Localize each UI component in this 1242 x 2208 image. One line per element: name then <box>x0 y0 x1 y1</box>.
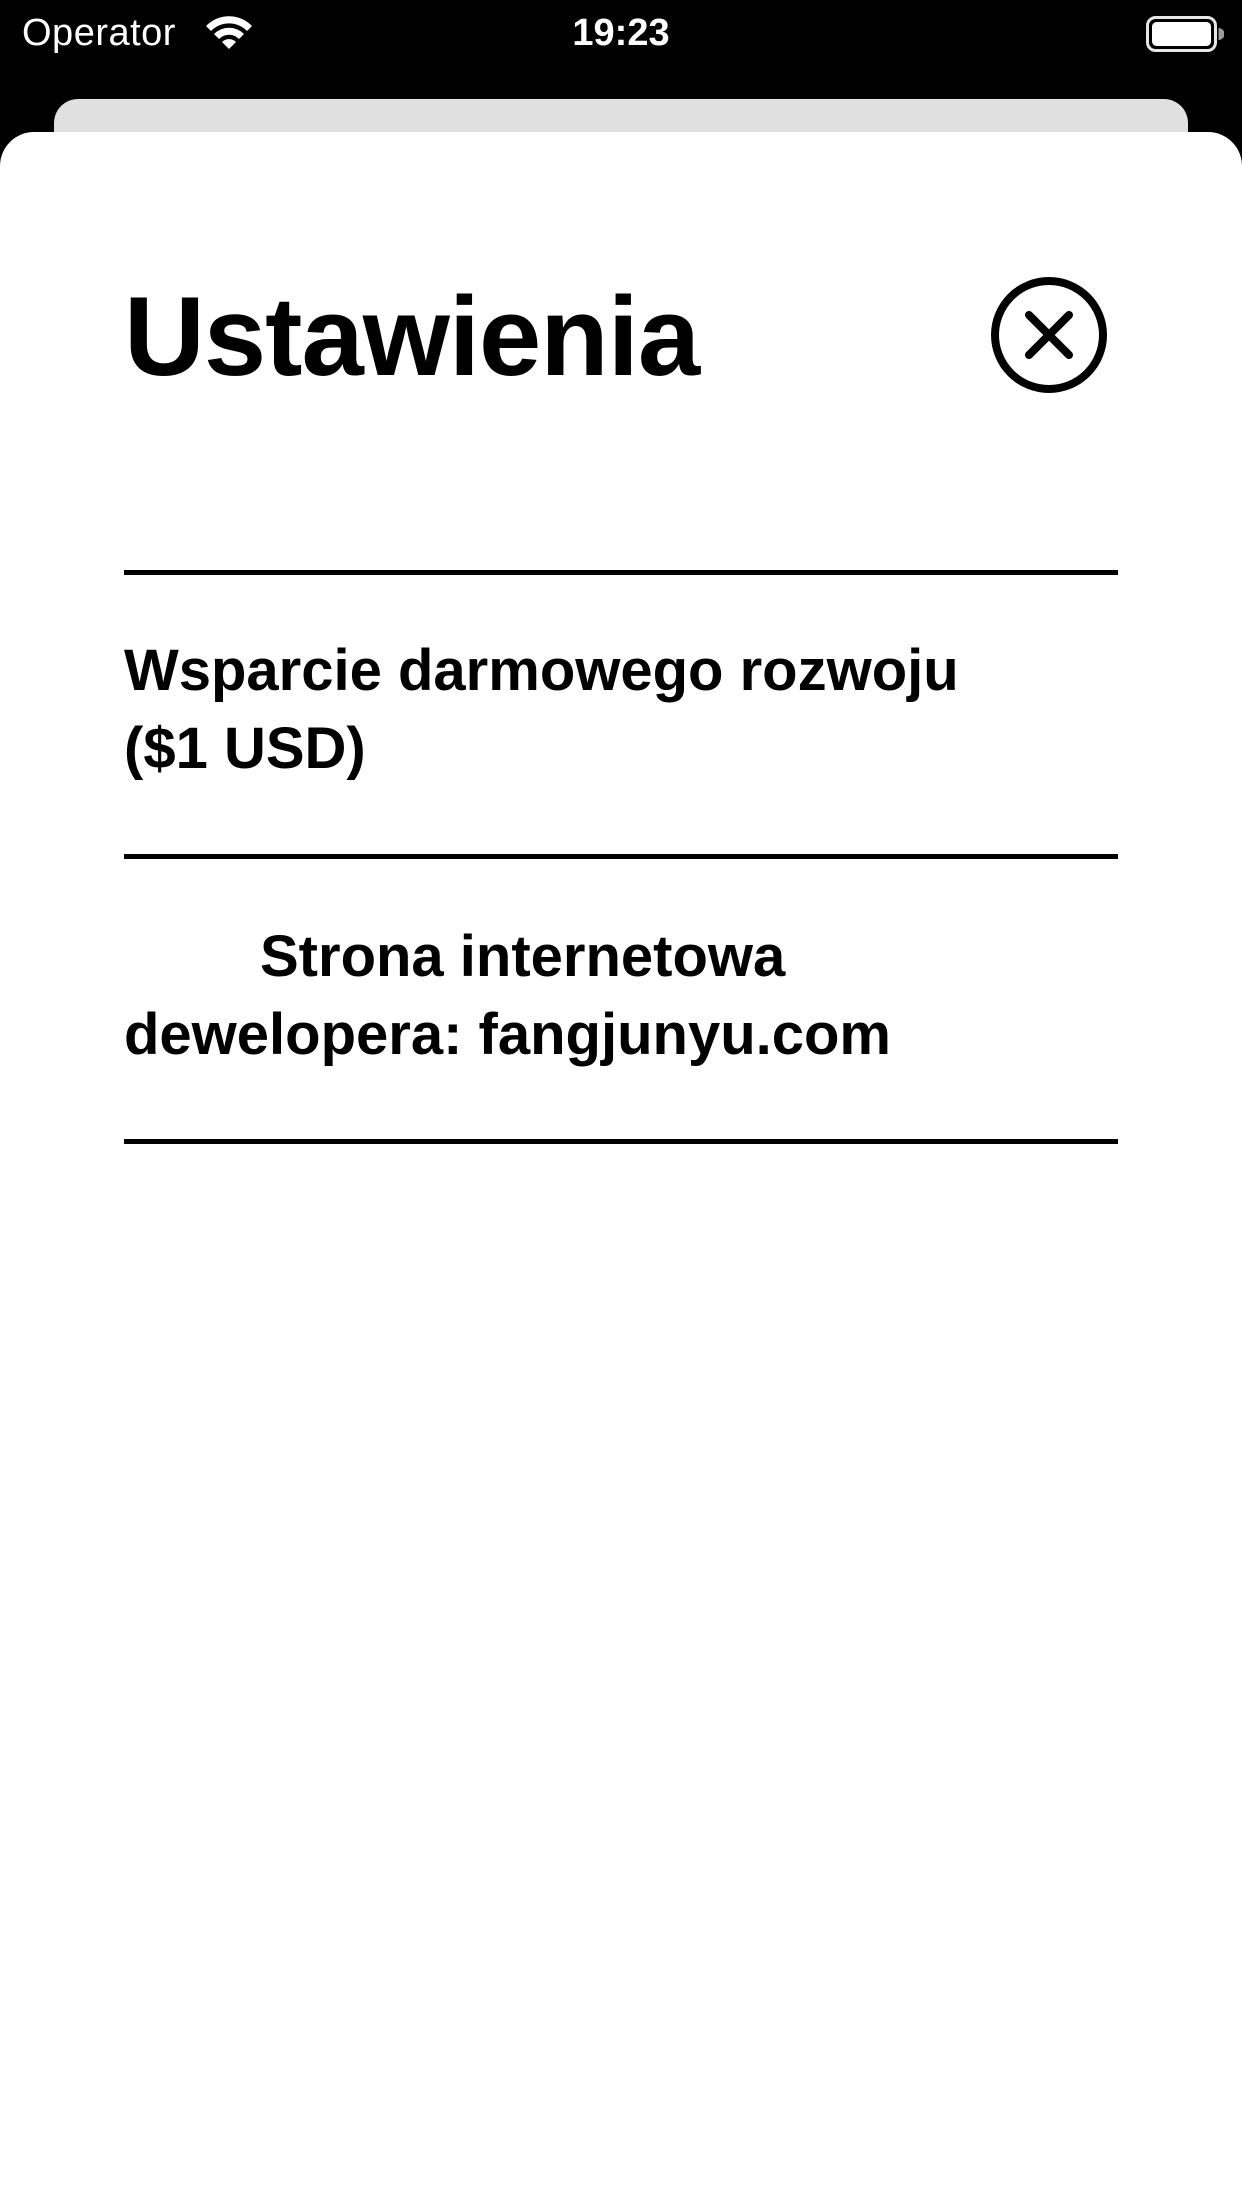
support-development-label-line2: ($1 USD) <box>124 716 366 781</box>
battery-full-icon <box>1146 16 1224 52</box>
developer-website-label-line1: Strona internetowa <box>260 924 786 989</box>
page-title: Ustawienia <box>124 274 700 399</box>
divider <box>124 854 1118 859</box>
support-development-button[interactable]: Wsparcie darmowego rozwoju ($1 USD) <box>124 632 1118 788</box>
settings-sheet: Ustawienia Wsparcie darmowego rozwoju ($… <box>0 132 1242 2208</box>
screen: Operator 19:23 Ustawienia Wsparcie darmo… <box>0 0 1242 2208</box>
developer-website-link[interactable]: Strona internetowa dewelopera: fangjunyu… <box>124 918 1118 1074</box>
developer-website-label-line2: dewelopera: fangjunyu.com <box>124 1002 891 1067</box>
status-bar: Operator 19:23 <box>0 0 1242 66</box>
divider <box>124 1139 1118 1144</box>
close-circle-icon[interactable] <box>990 276 1108 394</box>
clock: 19:23 <box>572 12 670 54</box>
support-development-label-line1: Wsparcie darmowego rozwoju <box>124 638 959 703</box>
divider <box>124 570 1118 575</box>
